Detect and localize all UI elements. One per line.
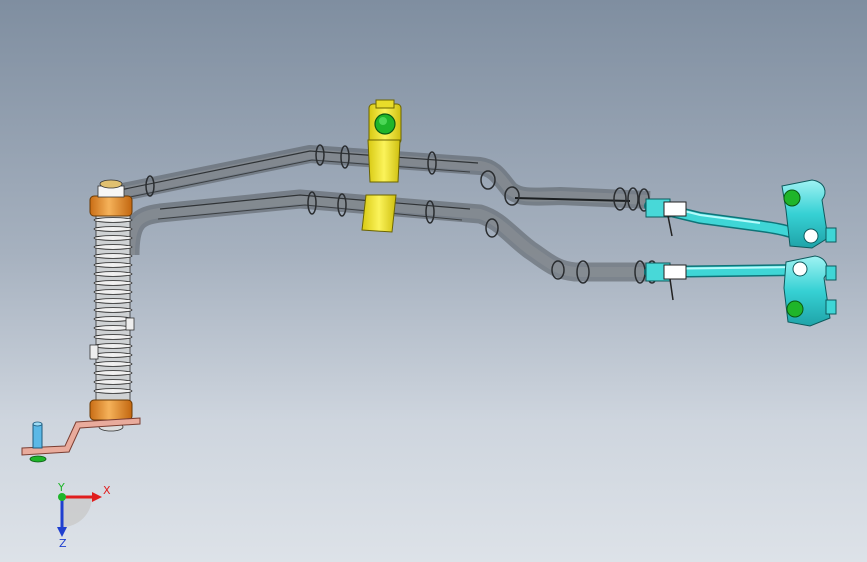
y-axis-dot xyxy=(58,493,66,501)
spring-coil xyxy=(93,379,133,385)
spring-coil xyxy=(93,307,133,313)
upper-metal-tube[interactable] xyxy=(644,198,811,246)
spring-coil xyxy=(93,352,133,358)
flange-bolt xyxy=(786,300,804,318)
spring-coil xyxy=(93,271,133,277)
cad-model-scene[interactable]: X Y Z xyxy=(0,0,867,562)
spring-coil xyxy=(93,298,133,304)
spring-coil xyxy=(93,235,133,241)
spring-clip[interactable] xyxy=(663,201,687,217)
spring-coil xyxy=(93,217,133,223)
spring-coil xyxy=(93,343,133,349)
spring-coil xyxy=(93,262,133,268)
lower-metal-tube[interactable] xyxy=(644,262,806,301)
insulator-spring-stack[interactable] xyxy=(89,211,135,407)
spring-coil xyxy=(93,361,133,367)
spring-clip[interactable] xyxy=(663,264,687,280)
axis-triad[interactable]: X Y Z xyxy=(57,481,111,550)
spring-coil xyxy=(93,226,133,232)
spring-coil xyxy=(93,280,133,286)
spring-coil xyxy=(93,289,133,295)
x-axis-label: X xyxy=(103,484,111,497)
spring-coil xyxy=(93,253,133,259)
locating-pin[interactable] xyxy=(32,421,43,449)
spring-coil xyxy=(93,370,133,376)
spring-coil xyxy=(93,334,133,340)
spring-coil xyxy=(93,388,133,394)
flange-bolt xyxy=(783,189,801,207)
flange-block-upper[interactable] xyxy=(781,179,837,249)
y-axis-label: Y xyxy=(57,481,65,494)
z-axis-label: Z xyxy=(59,537,67,550)
spring-coil xyxy=(93,244,133,250)
graphics-viewport[interactable]: X Y Z xyxy=(0,0,867,562)
flange-block-lower[interactable] xyxy=(783,255,837,327)
